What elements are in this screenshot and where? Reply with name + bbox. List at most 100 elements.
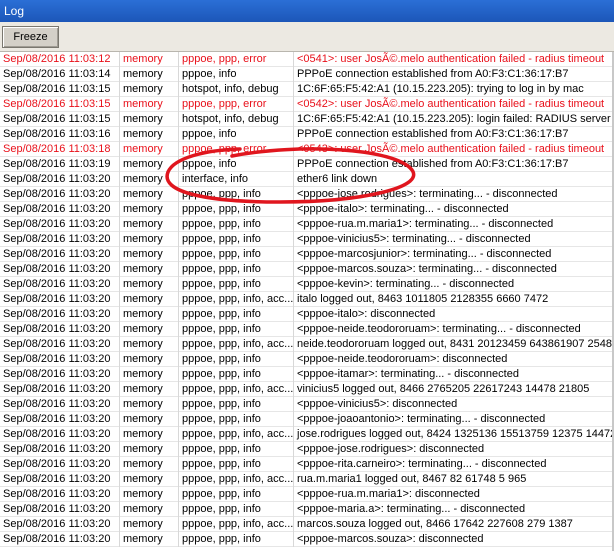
log-buffer-cell: memory — [119, 262, 178, 277]
log-buffer-cell: memory — [119, 517, 178, 532]
log-time-cell: Sep/08/2016 11:03:12 — [3, 53, 111, 65]
log-row[interactable]: Sep/08/2016 11:03:15 memory hotspot, info,… — [0, 82, 614, 97]
log-time-cell: Sep/08/2016 11:03:15 — [3, 83, 111, 95]
log-row[interactable]: Sep/08/2016 11:03:20 memory pppoe, ppp, in… — [0, 202, 614, 217]
log-topics-cell: pppoe, ppp, info — [178, 187, 293, 202]
log-row[interactable]: Sep/08/2016 11:03:20 memory pppoe, ppp, in… — [0, 427, 614, 442]
log-time-cell: Sep/08/2016 11:03:16 — [3, 128, 111, 140]
log-topics-cell: interface, info — [178, 172, 293, 187]
log-message-cell: PPPoE connection established from A0:F3:… — [293, 157, 614, 172]
log-row[interactable]: Sep/08/2016 11:03:20 memory pppoe, ppp, in… — [0, 292, 614, 307]
log-time-cell: Sep/08/2016 11:03:20 — [3, 278, 111, 290]
log-time-cell: Sep/08/2016 11:03:20 — [3, 188, 111, 200]
log-topics-cell: pppoe, ppp, info — [178, 232, 293, 247]
log-message-cell: <pppoe-marcos.souza>: disconnected — [293, 532, 614, 547]
window-title: Log — [0, 0, 614, 22]
log-topics-cell: pppoe, ppp, error — [178, 142, 293, 157]
log-topics-cell: pppoe, ppp, info — [178, 397, 293, 412]
log-row[interactable]: Sep/08/2016 11:03:15 memory hotspot, info,… — [0, 112, 614, 127]
log-time-cell: Sep/08/2016 11:03:20 — [3, 353, 111, 365]
log-topics-cell: pppoe, ppp, info — [178, 307, 293, 322]
log-row[interactable]: Sep/08/2016 11:03:20 memory pppoe, ppp, in… — [0, 472, 614, 487]
log-row[interactable]: Sep/08/2016 11:03:20 memory pppoe, ppp, in… — [0, 412, 614, 427]
log-buffer-cell: memory — [119, 457, 178, 472]
log-row[interactable]: Sep/08/2016 11:03:20 memory pppoe, ppp, in… — [0, 397, 614, 412]
log-buffer-cell: memory — [119, 172, 178, 187]
log-topics-cell: pppoe, ppp, info, acc... — [178, 382, 293, 397]
log-time-cell: Sep/08/2016 11:03:20 — [3, 458, 111, 470]
log-topics-cell: pppoe, ppp, info, acc... — [178, 337, 293, 352]
log-row[interactable]: Sep/08/2016 11:03:20 memory pppoe, ppp, in… — [0, 382, 614, 397]
log-topics-cell: pppoe, ppp, info — [178, 442, 293, 457]
log-topics-cell: pppoe, ppp, info, acc... — [178, 517, 293, 532]
log-row[interactable]: Sep/08/2016 11:03:20 memory interface, inf… — [0, 172, 614, 187]
log-row[interactable]: Sep/08/2016 11:03:20 memory pppoe, ppp, in… — [0, 532, 614, 547]
log-message-cell: <0541>: user JosÃ©.melo authentication f… — [293, 52, 614, 67]
log-message-cell: <0543>: user JosÃ©.melo authentication f… — [293, 142, 614, 157]
log-row[interactable]: Sep/08/2016 11:03:20 memory pppoe, ppp, in… — [0, 277, 614, 292]
log-row[interactable]: Sep/08/2016 11:03:19 memory pppoe, info PPP… — [0, 157, 614, 172]
log-row[interactable]: Sep/08/2016 11:03:20 memory pppoe, ppp, in… — [0, 502, 614, 517]
log-row[interactable]: Sep/08/2016 11:03:14 memory pppoe, info PPP… — [0, 67, 614, 82]
log-row[interactable]: Sep/08/2016 11:03:20 memory pppoe, ppp, in… — [0, 352, 614, 367]
log-time-cell: Sep/08/2016 11:03:20 — [3, 473, 111, 485]
log-time-cell: Sep/08/2016 11:03:20 — [3, 428, 111, 440]
log-message-cell: <pppoe-vinicius5>: disconnected — [293, 397, 614, 412]
log-buffer-cell: memory — [119, 367, 178, 382]
log-buffer-cell: memory — [119, 442, 178, 457]
log-topics-cell: pppoe, ppp, info — [178, 247, 293, 262]
log-row[interactable]: Sep/08/2016 11:03:18 memory pppoe, ppp, er… — [0, 142, 614, 157]
log-row[interactable]: Sep/08/2016 11:03:20 memory pppoe, ppp, in… — [0, 367, 614, 382]
log-list[interactable]: Sep/08/2016 11:03:12 memory pppoe, ppp, er… — [0, 52, 614, 551]
log-row[interactable]: Sep/08/2016 11:03:20 memory pppoe, ppp, in… — [0, 247, 614, 262]
log-message-cell: <pppoe-marcosjunior>: terminating... - d… — [293, 247, 614, 262]
log-message-cell: <0542>: user JosÃ©.melo authentication f… — [293, 97, 614, 112]
log-row[interactable]: Sep/08/2016 11:03:20 memory pppoe, ppp, in… — [0, 187, 614, 202]
log-row[interactable]: Sep/08/2016 11:03:16 memory pppoe, info PPP… — [0, 127, 614, 142]
log-row[interactable]: Sep/08/2016 11:03:20 memory pppoe, ppp, in… — [0, 487, 614, 502]
log-row[interactable]: Sep/08/2016 11:03:20 memory pppoe, ppp, in… — [0, 457, 614, 472]
log-buffer-cell: memory — [119, 487, 178, 502]
log-topics-cell: pppoe, ppp, info — [178, 487, 293, 502]
log-buffer-cell: memory — [119, 67, 178, 82]
log-message-cell: <pppoe-italo>: disconnected — [293, 307, 614, 322]
log-time-cell: Sep/08/2016 11:03:20 — [3, 263, 111, 275]
log-buffer-cell: memory — [119, 112, 178, 127]
log-topics-cell: pppoe, ppp, info — [178, 217, 293, 232]
log-message-cell: <pppoe-maria.a>: terminating... - discon… — [293, 502, 614, 517]
log-row[interactable]: Sep/08/2016 11:03:20 memory pppoe, ppp, in… — [0, 217, 614, 232]
log-time-cell: Sep/08/2016 11:03:20 — [3, 293, 111, 305]
log-buffer-cell: memory — [119, 397, 178, 412]
log-row[interactable]: Sep/08/2016 11:03:20 memory pppoe, ppp, in… — [0, 442, 614, 457]
log-row[interactable]: Sep/08/2016 11:03:20 memory pppoe, ppp, in… — [0, 337, 614, 352]
log-row[interactable]: Sep/08/2016 11:03:20 memory pppoe, ppp, in… — [0, 307, 614, 322]
log-buffer-cell: memory — [119, 97, 178, 112]
log-time-cell: Sep/08/2016 11:03:18 — [3, 143, 111, 155]
log-time-cell: Sep/08/2016 11:03:20 — [3, 443, 111, 455]
log-buffer-cell: memory — [119, 157, 178, 172]
log-buffer-cell: memory — [119, 292, 178, 307]
log-buffer-cell: memory — [119, 82, 178, 97]
log-message-cell: marcos.souza logged out, 8466 17642 2276… — [293, 517, 614, 532]
log-topics-cell: pppoe, ppp, info, acc... — [178, 427, 293, 442]
log-message-cell: 1C:6F:65:F5:42:A1 (10.15.223.205): login… — [293, 112, 614, 127]
log-topics-cell: pppoe, ppp, info — [178, 262, 293, 277]
log-message-cell: <pppoe-kevin>: terminating... - disconne… — [293, 277, 614, 292]
toolbar: Freeze — [0, 22, 614, 52]
log-row[interactable]: Sep/08/2016 11:03:20 memory pppoe, ppp, in… — [0, 322, 614, 337]
log-topics-cell: hotspot, info, debug — [178, 112, 293, 127]
log-topics-cell: pppoe, ppp, info — [178, 457, 293, 472]
log-row[interactable]: Sep/08/2016 11:03:20 memory pppoe, ppp, in… — [0, 262, 614, 277]
log-row[interactable]: Sep/08/2016 11:03:15 memory pppoe, ppp, er… — [0, 97, 614, 112]
log-row[interactable]: Sep/08/2016 11:03:12 memory pppoe, ppp, er… — [0, 52, 614, 67]
log-time-cell: Sep/08/2016 11:03:20 — [3, 503, 111, 515]
log-row[interactable]: Sep/08/2016 11:03:20 memory pppoe, ppp, in… — [0, 517, 614, 532]
log-row[interactable]: Sep/08/2016 11:03:20 memory pppoe, ppp, in… — [0, 232, 614, 247]
log-message-cell: <pppoe-joaoantonio>: terminating... - di… — [293, 412, 614, 427]
log-message-cell: <pppoe-jose.rodrigues>: disconnected — [293, 442, 614, 457]
log-topics-cell: pppoe, ppp, info — [178, 352, 293, 367]
log-message-cell: <pppoe-marcos.souza>: terminating... - d… — [293, 262, 614, 277]
log-time-cell: Sep/08/2016 11:03:20 — [3, 368, 111, 380]
freeze-button[interactable]: Freeze — [2, 26, 59, 48]
log-message-cell: <pppoe-vinicius5>: terminating... - disc… — [293, 232, 614, 247]
